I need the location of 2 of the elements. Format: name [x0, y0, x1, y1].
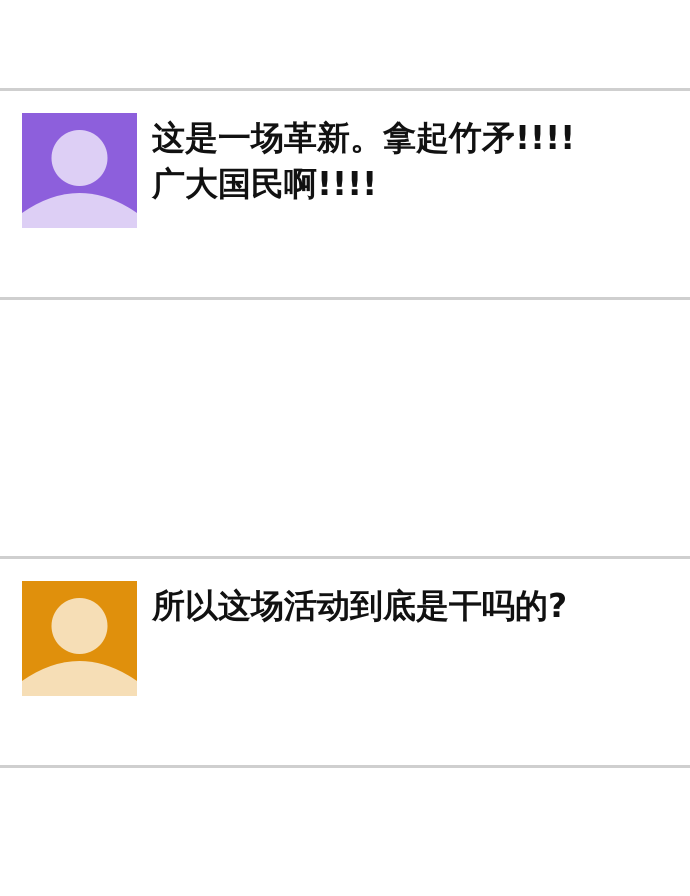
comment-text: 所以这场活动到底是干吗的? — [152, 585, 568, 627]
comment-text: 这是一场革新。拿起竹矛!!!!广大国民啊!!!! — [152, 117, 576, 205]
